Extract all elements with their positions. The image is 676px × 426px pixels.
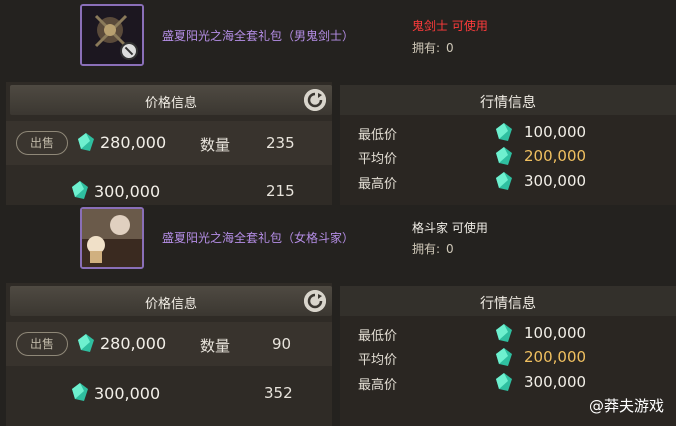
green-gem-icon bbox=[72, 181, 88, 199]
owned-label: 拥有: bbox=[412, 242, 441, 256]
market-min-label: 最低价 bbox=[358, 128, 398, 143]
listing-quantity: 215 bbox=[266, 182, 295, 200]
owned-count: 拥有: 0 bbox=[412, 240, 454, 257]
quantity-label: 数量 bbox=[200, 337, 231, 355]
item-name: 盛夏阳光之海全套礼包（男鬼剑士） bbox=[162, 29, 355, 43]
market-avg-value: 200,000 bbox=[524, 348, 587, 366]
price-info-title: 价格信息 bbox=[144, 96, 197, 111]
market-max-label: 最高价 bbox=[358, 177, 398, 192]
green-gem-icon bbox=[496, 373, 512, 391]
refresh-button[interactable] bbox=[304, 89, 326, 111]
market-info-title: 行情信息 bbox=[480, 95, 536, 111]
green-gem-icon bbox=[496, 324, 512, 342]
market-max-value: 300,000 bbox=[524, 373, 587, 391]
market-info-header: 行情信息 bbox=[340, 85, 676, 115]
quantity-label: 数量 bbox=[200, 136, 231, 154]
item-name: 盛夏阳光之海全套礼包（女格斗家） bbox=[162, 231, 355, 245]
item-listing-1: 盛夏阳光之海全套礼包（男鬼剑士） 鬼剑士 可使用 拥有: 0 价格信息 出售 28… bbox=[0, 0, 676, 205]
market-avg-value: 200,000 bbox=[524, 147, 587, 165]
green-gem-icon bbox=[496, 123, 512, 141]
sell-button[interactable]: 出售 bbox=[16, 131, 68, 155]
refresh-icon bbox=[304, 89, 326, 111]
sell-button[interactable]: 出售 bbox=[16, 332, 68, 356]
listing-quantity: 352 bbox=[264, 384, 293, 402]
listing-quantity: 235 bbox=[266, 134, 295, 152]
owned-count: 拥有: 0 bbox=[412, 39, 454, 56]
item-header: 盛夏阳光之海全套礼包（女格斗家） 格斗家 可使用 拥有: 0 bbox=[0, 205, 676, 285]
market-avg-label: 平均价 bbox=[358, 152, 398, 167]
price-info-header: 价格信息 bbox=[10, 85, 332, 115]
class-restriction: 格斗家 可使用 bbox=[412, 221, 488, 235]
listing-price: 300,000 bbox=[94, 384, 161, 403]
class-restriction: 鬼剑士 可使用 bbox=[412, 19, 488, 33]
watermark: @莽夫游戏 bbox=[588, 397, 664, 415]
owned-value: 0 bbox=[446, 41, 454, 55]
price-info-header: 价格信息 bbox=[10, 286, 332, 316]
market-info-header: 行情信息 bbox=[340, 286, 676, 316]
item-icon-female-fighter[interactable] bbox=[80, 207, 144, 269]
market-max-value: 300,000 bbox=[524, 172, 587, 190]
item-icon-male-slayer[interactable] bbox=[80, 4, 144, 66]
market-info-title: 行情信息 bbox=[480, 296, 536, 312]
green-gem-icon bbox=[78, 334, 94, 352]
market-min-value: 100,000 bbox=[524, 123, 587, 141]
listing-price: 300,000 bbox=[94, 182, 161, 201]
item-listing-2: 盛夏阳光之海全套礼包（女格斗家） 格斗家 可使用 拥有: 0 价格信息 出售 28… bbox=[0, 205, 676, 426]
price-info-title: 价格信息 bbox=[144, 297, 197, 312]
refresh-button[interactable] bbox=[304, 290, 326, 312]
green-gem-icon bbox=[496, 147, 512, 165]
market-avg-label: 平均价 bbox=[358, 353, 398, 368]
green-gem-icon bbox=[496, 348, 512, 366]
green-gem-icon bbox=[496, 172, 512, 190]
market-min-value: 100,000 bbox=[524, 324, 587, 342]
item-header: 盛夏阳光之海全套礼包（男鬼剑士） 鬼剑士 可使用 拥有: 0 bbox=[0, 0, 676, 80]
listing-quantity: 90 bbox=[272, 335, 292, 353]
owned-label: 拥有: bbox=[412, 41, 441, 55]
owned-value: 0 bbox=[446, 242, 454, 256]
green-gem-icon bbox=[78, 133, 94, 151]
market-min-label: 最低价 bbox=[358, 329, 398, 344]
market-max-label: 最高价 bbox=[358, 378, 398, 393]
listing-price: 280,000 bbox=[100, 334, 167, 353]
green-gem-icon bbox=[72, 383, 88, 401]
listing-price: 280,000 bbox=[100, 133, 167, 152]
refresh-icon bbox=[304, 290, 326, 312]
no-trade-icon bbox=[120, 42, 138, 60]
